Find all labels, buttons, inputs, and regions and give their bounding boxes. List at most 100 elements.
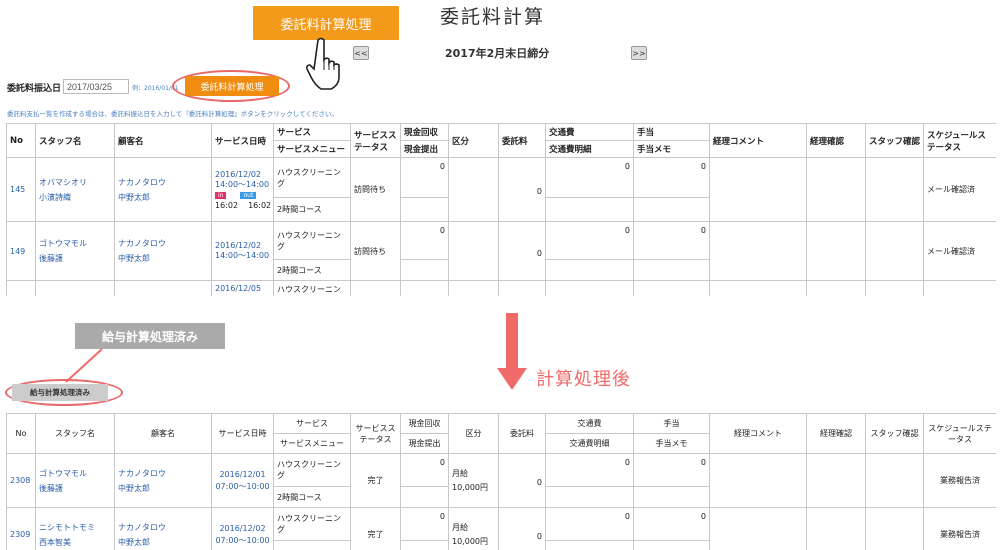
allowance-memo-cell[interactable] xyxy=(633,486,710,508)
header-datetime: サービス日時 xyxy=(211,123,274,158)
allowance-value[interactable]: 0 xyxy=(633,453,710,487)
header-service-menu: サービスメニュー xyxy=(273,140,351,158)
category-cell[interactable]: 月給 10,000円 xyxy=(448,507,499,550)
staff-check-cell[interactable] xyxy=(865,157,924,222)
accounting-check-cell[interactable] xyxy=(806,507,866,550)
payroll-processed-button[interactable]: 給与計算処理済み xyxy=(12,384,108,401)
accounting-comment-cell[interactable] xyxy=(709,157,807,222)
next-month-button[interactable]: >> xyxy=(631,46,647,60)
service-status: 完了 xyxy=(350,453,401,508)
service-date: 2016/12/01 xyxy=(219,469,266,479)
service-name: ハウスクリーニング xyxy=(273,507,351,541)
cash-submit-cell[interactable] xyxy=(400,259,449,281)
transport-value[interactable]: 0 xyxy=(545,507,634,541)
staff-name-link[interactable]: ゴトウマモル 後藤護 xyxy=(35,453,115,508)
header-allowance-memo: 手当メモ xyxy=(633,140,710,158)
allowance-value[interactable]: 0 xyxy=(633,221,710,260)
bottom-table-viewport[interactable]: No スタッフ名 顧客名 サービス日時 サービス サービスステータス 現金回収 … xyxy=(6,413,996,550)
allowance-value[interactable]: 0 xyxy=(633,507,710,541)
down-arrow-shaft xyxy=(506,313,518,371)
customer-name-link[interactable]: ナカノタロウ 中野太郎 xyxy=(114,157,212,222)
schedule-status: 業務報告済 xyxy=(923,507,996,550)
accounting-comment-cell[interactable] xyxy=(709,453,807,508)
staff-name-link[interactable] xyxy=(35,280,115,296)
after-processing-label: 計算処理後 xyxy=(536,369,631,390)
cash-collect-value[interactable]: 0 xyxy=(400,157,449,198)
category-cell[interactable]: 月給 10,000円 xyxy=(448,453,499,508)
row-no-link[interactable]: 145 xyxy=(6,157,36,222)
cash-submit-cell[interactable] xyxy=(400,197,449,222)
process-fee-button[interactable]: 委託料計算処理 xyxy=(185,76,279,96)
accounting-check-cell[interactable] xyxy=(806,280,866,296)
customer-name: 中野太郎 xyxy=(118,537,150,547)
category-cell[interactable] xyxy=(448,280,499,296)
customer-name-link[interactable]: ナカノタロウ 中野太郎 xyxy=(114,453,212,508)
customer-name-link[interactable] xyxy=(114,280,212,296)
category-cell[interactable] xyxy=(448,157,499,222)
row-no-link[interactable] xyxy=(6,280,36,296)
callout-process-label: 委託料計算処理 xyxy=(253,6,399,40)
fee-value: 0 xyxy=(498,221,546,281)
row-no-link[interactable]: 2309 xyxy=(6,507,36,550)
staff-check-cell[interactable] xyxy=(865,221,924,281)
accounting-check-cell[interactable] xyxy=(806,453,866,508)
staff-name-link[interactable]: ゴトウマモル 後藤護 xyxy=(35,221,115,281)
accounting-comment-cell[interactable] xyxy=(709,507,807,550)
customer-name-link[interactable]: ナカノタロウ 中野太郎 xyxy=(114,221,212,281)
header-allowance: 手当 xyxy=(633,123,710,141)
row-no-link[interactable]: 2308 xyxy=(6,453,36,508)
service-status xyxy=(350,280,401,296)
actual-in-time: 16:02 xyxy=(215,200,239,210)
cash-collect-value[interactable]: 0 xyxy=(400,507,449,541)
customer-name-link[interactable]: ナカノタロウ 中野太郎 xyxy=(114,507,212,550)
header-customer: 顧客名 xyxy=(114,123,212,158)
allowance-memo-cell[interactable] xyxy=(633,540,710,550)
staff-name-link[interactable]: オバマシオリ 小濱詩織 xyxy=(35,157,115,222)
accounting-check-cell[interactable] xyxy=(806,157,866,222)
fee-value xyxy=(498,280,546,296)
staff-name: 後藤護 xyxy=(39,254,63,263)
fee-table: No スタッフ名 顧客名 サービス日時 サービス サービスステータス 現金回収 … xyxy=(6,123,996,296)
accounting-comment-cell[interactable] xyxy=(709,221,807,281)
staff-name-link[interactable]: ニシモトトモミ 西本智美 xyxy=(35,507,115,550)
prev-month-button[interactable]: << xyxy=(353,46,369,60)
transport-value[interactable]: 0 xyxy=(545,221,634,260)
transport-detail-cell[interactable] xyxy=(545,259,634,281)
staff-check-cell[interactable] xyxy=(865,453,924,508)
pointing-hand-icon xyxy=(306,37,340,90)
transport-detail-cell[interactable] xyxy=(545,197,634,222)
transport-detail-cell[interactable] xyxy=(545,486,634,508)
accounting-check-cell[interactable] xyxy=(806,221,866,281)
cash-submit-cell[interactable] xyxy=(400,486,449,508)
transport-value[interactable] xyxy=(545,280,634,296)
table-row: 2016/12/05 ハウスクリーニン xyxy=(6,280,996,296)
staff-check-cell[interactable] xyxy=(865,280,924,296)
transport-detail-cell[interactable] xyxy=(545,540,634,550)
staff-kana: ニシモトトモミ xyxy=(39,522,95,532)
header-schedule-status: スケジュールステータス xyxy=(923,123,996,158)
accounting-comment-cell[interactable] xyxy=(709,280,807,296)
allowance-memo-cell[interactable] xyxy=(633,259,710,281)
cash-collect-value[interactable]: 0 xyxy=(400,221,449,260)
cash-collect-value[interactable]: 0 xyxy=(400,453,449,487)
transport-value[interactable]: 0 xyxy=(545,157,634,198)
allowance-memo-cell[interactable] xyxy=(633,197,710,222)
header-service: サービス xyxy=(273,123,351,141)
cash-submit-cell[interactable] xyxy=(400,540,449,550)
header-staff: スタッフ名 xyxy=(35,413,115,454)
top-table-viewport[interactable]: No スタッフ名 顧客名 サービス日時 サービス サービスステータス 現金回収 … xyxy=(6,123,996,296)
header-no: No xyxy=(6,413,36,454)
allowance-value[interactable] xyxy=(633,280,710,296)
row-no-link[interactable]: 149 xyxy=(6,221,36,281)
allowance-value[interactable]: 0 xyxy=(633,157,710,198)
transfer-date-input[interactable] xyxy=(63,79,129,94)
category-cell[interactable] xyxy=(448,221,499,281)
transport-value[interactable]: 0 xyxy=(545,453,634,487)
cash-collect-value[interactable] xyxy=(400,280,449,296)
fee-value: 0 xyxy=(498,157,546,222)
service-date: 2016/12/02 xyxy=(215,241,262,250)
staff-check-cell[interactable] xyxy=(865,507,924,550)
schedule-status: 業務報告済 xyxy=(923,453,996,508)
header-transport: 交通費 xyxy=(545,123,634,141)
schedule-status xyxy=(923,280,996,296)
